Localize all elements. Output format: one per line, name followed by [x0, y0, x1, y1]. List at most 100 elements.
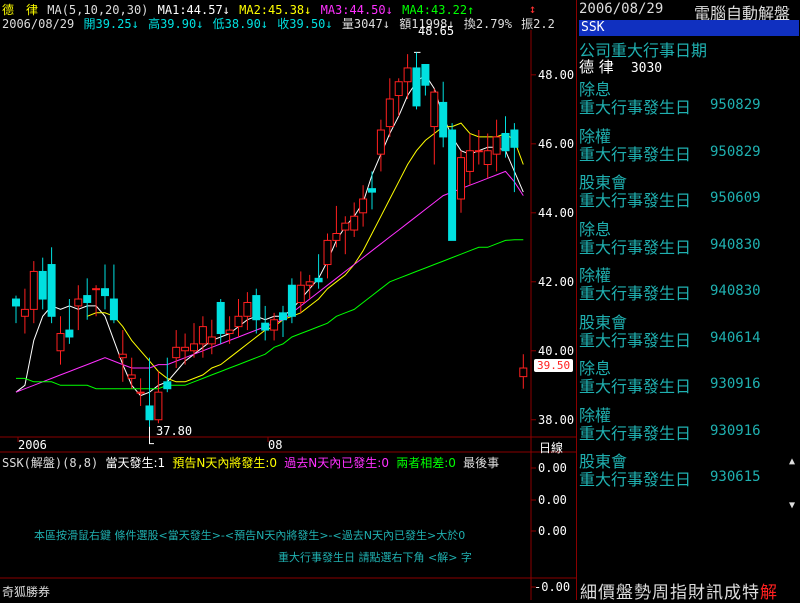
bottom-tab-2[interactable]: 盤 [616, 583, 634, 603]
candle[interactable] [350, 202, 359, 237]
price-chart[interactable]: 48.00 46.00 44.00 42.00 40.00 38.00 [0, 0, 576, 600]
candle[interactable] [421, 63, 430, 96]
event-date: 940830 [710, 236, 761, 253]
event-date: 940830 [710, 283, 761, 299]
candle[interactable] [136, 378, 145, 406]
candle[interactable] [287, 278, 296, 324]
bottom-tab-10[interactable]: 解 [760, 583, 778, 603]
right-panel: 2006/08/29 電腦自動解盤 SSK 公司重大行事日期 德 律 3030 … [576, 0, 800, 600]
indicator-header: SSK(解盤)(8,8) 當天發生:1 預告N天內將發生:0 過去N天內已發生:… [2, 454, 499, 471]
panel-stock-code: 3030 [630, 61, 663, 76]
candle[interactable] [83, 278, 92, 320]
candle[interactable] [47, 247, 56, 324]
candle-body [92, 288, 101, 291]
chart-area[interactable]: 德 律 MA(5,10,20,30) MA1:44.57↓ MA2:45.38↓… [0, 0, 576, 600]
candle[interactable] [65, 299, 74, 344]
bottom-tab-9[interactable]: 特 [742, 583, 760, 603]
candle[interactable] [118, 330, 127, 382]
candle[interactable] [252, 288, 261, 334]
y-tick-label: 48.00 [538, 68, 574, 82]
candle[interactable] [29, 261, 38, 324]
candle[interactable] [412, 52, 421, 110]
candle[interactable] [474, 130, 483, 165]
candle-body [29, 270, 38, 310]
candle-body [127, 374, 136, 379]
indicator-tick-3: 0.00 [538, 524, 567, 538]
candle[interactable] [127, 357, 136, 389]
candle[interactable] [519, 354, 528, 389]
tab-ssk[interactable]: SSK [579, 20, 799, 36]
bottom-tab-1[interactable]: 價 [598, 583, 616, 603]
bottom-tab-3[interactable]: 勢 [634, 583, 652, 603]
candle[interactable] [207, 319, 216, 355]
candle[interactable] [154, 371, 163, 424]
bottom-tab-5[interactable]: 指 [670, 583, 688, 603]
event-description: 重大行事發生日 [579, 470, 692, 489]
bottom-tab-7[interactable]: 訊 [706, 583, 724, 603]
candle[interactable] [510, 123, 519, 193]
bottom-tab-4[interactable]: 周 [652, 583, 670, 603]
candle[interactable] [163, 357, 172, 393]
bottom-tab-0[interactable]: 細 [580, 583, 598, 603]
candle[interactable] [323, 233, 332, 279]
candle[interactable] [483, 133, 492, 179]
candle[interactable] [181, 333, 190, 365]
candle[interactable] [92, 285, 101, 317]
y-tick-label: 46.00 [538, 137, 574, 151]
candle[interactable] [234, 299, 243, 337]
candle-body [350, 215, 359, 231]
candle[interactable] [376, 119, 385, 172]
candle[interactable] [12, 295, 20, 324]
indicator-label: SSK(解盤)(8,8) [2, 456, 99, 470]
low-annotation: 37.80 [156, 424, 193, 438]
event-date: 940614 [710, 329, 761, 346]
candle-body [83, 295, 92, 303]
candle[interactable] [368, 171, 376, 210]
candle[interactable] [38, 257, 47, 310]
candle[interactable] [243, 292, 252, 331]
y-tick-label: 44.00 [538, 206, 574, 220]
candle-body [38, 270, 47, 300]
candle-body [359, 198, 368, 214]
candle-body [270, 319, 279, 331]
bottom-tab-bar: 細價盤勢周指財訊成特解 [580, 578, 778, 603]
candle[interactable] [465, 133, 474, 186]
candle-body [519, 367, 528, 378]
candle[interactable] [56, 316, 65, 365]
scroll-down-button[interactable]: ▼ [789, 500, 795, 511]
candle[interactable] [457, 150, 465, 213]
candle[interactable] [296, 271, 305, 313]
candle-body [109, 298, 118, 321]
candle[interactable] [20, 288, 29, 334]
candle[interactable] [261, 305, 270, 341]
event-description: 重大行事發生日 [579, 144, 692, 164]
bottom-tab-8[interactable]: 成 [724, 583, 742, 603]
candle-body [314, 277, 323, 283]
candle-body [12, 298, 20, 307]
candle[interactable] [314, 254, 323, 289]
panel-stock: 德 律 3030 [579, 56, 662, 77]
scroll-up-button[interactable]: ▲ [789, 456, 795, 467]
event-date: 950829 [710, 97, 761, 113]
candle[interactable] [448, 123, 457, 241]
candle[interactable] [305, 274, 314, 300]
candle-body [243, 301, 252, 317]
high-annotation: 48.65 [418, 24, 455, 38]
candle[interactable] [359, 185, 368, 227]
bottom-tab-6[interactable]: 財 [688, 583, 706, 603]
candle[interactable] [109, 264, 118, 324]
candle[interactable] [216, 299, 225, 344]
candle-body [190, 343, 198, 352]
candle-body [465, 150, 474, 172]
candle-body [287, 284, 296, 317]
candle[interactable] [430, 88, 439, 165]
candle[interactable] [101, 264, 109, 310]
candle[interactable] [341, 216, 350, 255]
candle[interactable] [501, 116, 510, 158]
panel-stock-name: 德 律 [579, 58, 614, 76]
candle[interactable] [492, 119, 501, 172]
candle[interactable] [332, 205, 341, 248]
indicator-diff: 兩者相差:0 [396, 456, 456, 470]
candle[interactable] [74, 285, 83, 331]
candle[interactable] [439, 81, 448, 148]
